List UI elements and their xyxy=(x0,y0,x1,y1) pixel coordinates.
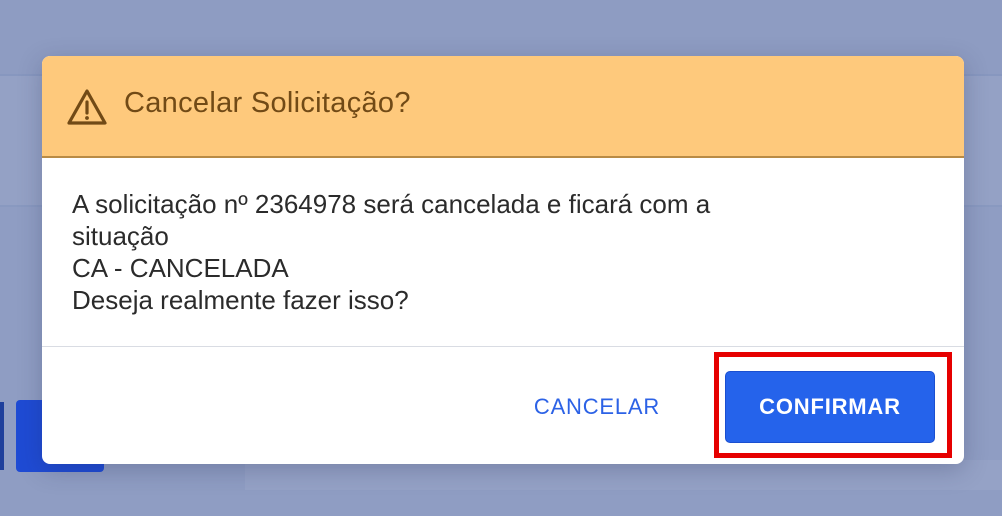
dialog-divider xyxy=(42,346,964,347)
cancel-request-dialog: Cancelar Solicitação? A solicitação nº 2… xyxy=(42,56,964,464)
message-line: A solicitação nº 2364978 será cancelada … xyxy=(72,189,711,219)
dialog-message: A solicitação nº 2364978 será cancelada … xyxy=(72,188,932,316)
message-line: situação xyxy=(72,221,169,251)
cancel-button[interactable]: CANCELAR xyxy=(512,386,682,428)
background-panel xyxy=(245,460,1002,490)
dialog-title: Cancelar Solicitação? xyxy=(124,87,411,119)
background-button xyxy=(0,402,4,470)
warning-triangle-icon xyxy=(67,89,107,125)
message-line: CA - CANCELADA xyxy=(72,253,289,283)
message-line: Deseja realmente fazer isso? xyxy=(72,285,409,315)
confirm-button[interactable]: CONFIRMAR xyxy=(725,371,935,443)
dialog-header: Cancelar Solicitação? xyxy=(42,56,964,158)
